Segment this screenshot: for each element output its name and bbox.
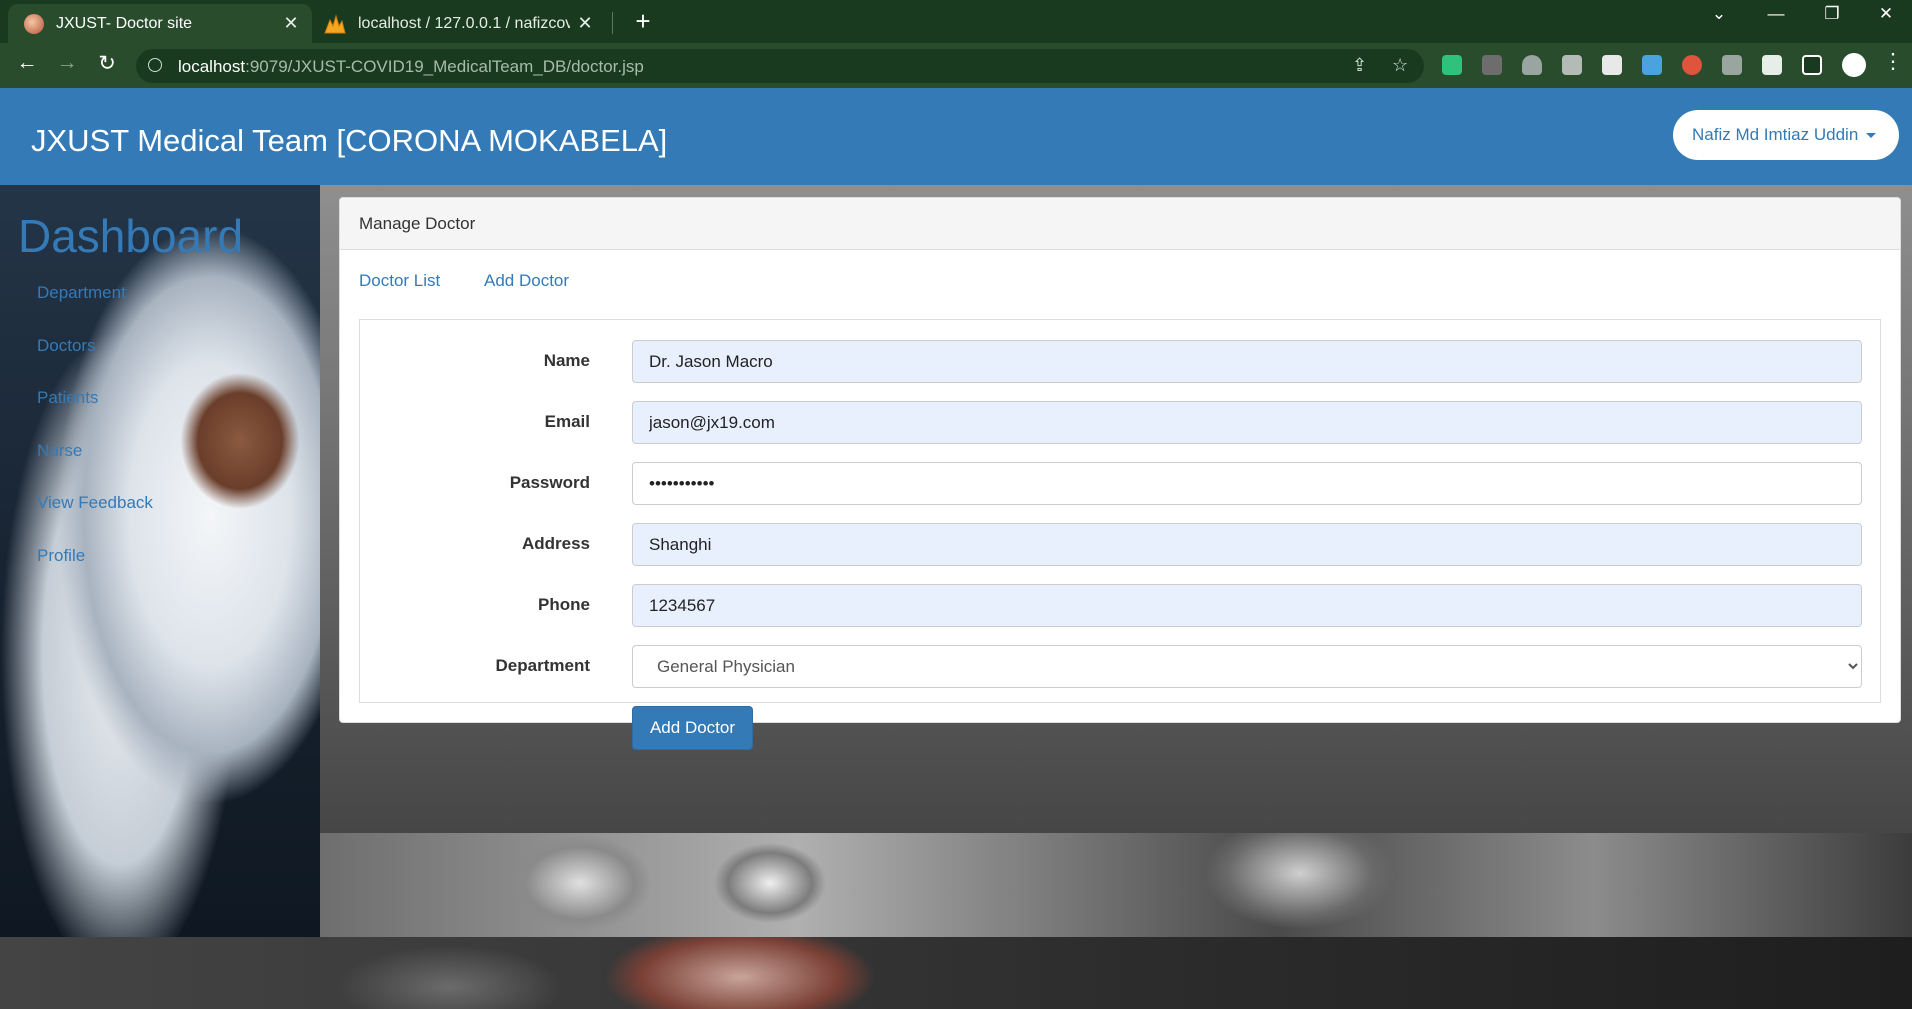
close-tab-icon[interactable]: ✕	[570, 13, 600, 34]
cookie-extension-icon[interactable]	[1682, 55, 1702, 75]
tab-title: JXUST- Doctor site	[56, 14, 193, 32]
page-viewport: JXUST Medical Team [CORONA MOKABELA] Naf…	[0, 88, 1912, 1009]
user-dropdown-button[interactable]: Nafiz Md Imtiaz Uddin	[1673, 110, 1899, 160]
form-row-name: Name	[360, 340, 1880, 383]
puzzle-extensions-icon[interactable]	[1762, 55, 1782, 75]
lab-background-image	[320, 833, 1912, 937]
caret-down-icon	[1866, 133, 1877, 139]
sidebar-item-profile[interactable]: Profile	[37, 546, 85, 566]
close-tab-icon[interactable]: ✕	[276, 13, 306, 34]
tab-divider	[612, 12, 613, 34]
url-text[interactable]: localhost:9079/JXUST-COVID19_MedicalTeam…	[178, 57, 644, 77]
minimize-icon[interactable]: —	[1756, 4, 1796, 24]
restore-icon[interactable]: ❐	[1812, 4, 1852, 24]
name-field[interactable]	[632, 340, 1862, 383]
new-tab-icon[interactable]: +	[625, 6, 661, 37]
browser-menu-icon[interactable]: ⋮	[1878, 49, 1908, 74]
form-row-password: Password	[360, 462, 1880, 505]
user-name: Nafiz Md Imtiaz Uddin	[1692, 125, 1859, 144]
form-row-address: Address	[360, 523, 1880, 566]
camera-extension-icon[interactable]	[1722, 55, 1742, 75]
profile-avatar-icon[interactable]	[1842, 53, 1866, 77]
shield-extension-icon[interactable]	[1442, 55, 1462, 75]
forward-icon[interactable]: →	[52, 51, 82, 75]
mountain-extension-icon[interactable]	[1602, 55, 1622, 75]
sidebar-item-nurse[interactable]: Nurse	[37, 441, 82, 461]
tab-add-doctor[interactable]: Add Doctor	[484, 271, 569, 291]
address-bar[interactable]: localhost:9079/JXUST-COVID19_MedicalTeam…	[136, 49, 1424, 83]
department-label: Department	[495, 656, 590, 675]
department-select[interactable]: General Physician	[632, 645, 1862, 688]
sidebar: Dashboard Department Doctors Patients Nu…	[0, 185, 320, 937]
site-info-icon[interactable]	[148, 58, 162, 72]
add-doctor-button[interactable]: Add Doctor	[632, 706, 753, 750]
name-label: Name	[543, 351, 590, 370]
sidebar-item-view-feedback[interactable]: View Feedback	[37, 493, 153, 513]
address-field[interactable]	[632, 523, 1862, 566]
email-label: Email	[544, 412, 590, 431]
virus-background-image	[0, 937, 1912, 1009]
sidebar-item-patients[interactable]: Patients	[37, 388, 98, 408]
top-navbar: JXUST Medical Team [CORONA MOKABELA] Naf…	[0, 88, 1912, 185]
tab-title: localhost / 127.0.0.1 / nafizcovid1	[358, 14, 570, 32]
sidebar-item-department[interactable]: Department	[37, 283, 126, 303]
speaker-extension-icon[interactable]	[1562, 55, 1582, 75]
sidebar-item-doctors[interactable]: Doctors	[37, 336, 96, 356]
site-favicon-icon	[24, 13, 44, 34]
highlighter-extension-icon[interactable]	[1642, 55, 1662, 75]
phone-field[interactable]	[632, 584, 1862, 627]
form-row-department: Department General Physician	[360, 645, 1880, 688]
panel-heading: Manage Doctor	[340, 198, 1900, 250]
add-doctor-form: Name Email Password Address Phone Depart…	[359, 319, 1881, 750]
close-window-icon[interactable]: ✕	[1866, 4, 1906, 24]
form-row-email: Email	[360, 401, 1880, 444]
password-field[interactable]	[632, 462, 1862, 505]
share-icon[interactable]: ⇪	[1352, 55, 1367, 76]
manage-doctor-panel: Manage Doctor Doctor List Add Doctor Nam…	[339, 197, 1901, 750]
tab-search-chevron-icon[interactable]: ⌄	[1699, 4, 1739, 24]
tab-doctor-list[interactable]: Doctor List	[359, 271, 440, 291]
address-label: Address	[521, 534, 590, 553]
browser-tab-strip: JXUST- Doctor site ✕ localhost / 127.0.0…	[0, 0, 1912, 43]
password-label: Password	[509, 473, 590, 492]
reload-icon[interactable]: ↻	[92, 51, 122, 76]
dashboard-title: Dashboard	[18, 210, 244, 262]
spy-extension-icon[interactable]	[1482, 55, 1502, 75]
browser-toolbar: ← → ↻ localhost:9079/JXUST-COVID19_Medic…	[0, 43, 1912, 88]
form-row-phone: Phone	[360, 584, 1880, 627]
bookmark-star-icon[interactable]: ☆	[1392, 55, 1408, 76]
phpmyadmin-favicon-icon	[324, 13, 346, 34]
privacy-badger-icon[interactable]	[1522, 55, 1542, 75]
browser-tab-phpmyadmin[interactable]: localhost / 127.0.0.1 / nafizcovid1 ✕	[316, 4, 606, 43]
back-icon[interactable]: ←	[12, 51, 42, 75]
email-field[interactable]	[632, 401, 1862, 444]
phone-label: Phone	[538, 595, 590, 614]
side-panel-icon[interactable]	[1802, 55, 1822, 75]
brand-title[interactable]: JXUST Medical Team [CORONA MOKABELA]	[31, 123, 667, 159]
browser-tab-doctor-site[interactable]: JXUST- Doctor site ✕	[8, 4, 312, 43]
